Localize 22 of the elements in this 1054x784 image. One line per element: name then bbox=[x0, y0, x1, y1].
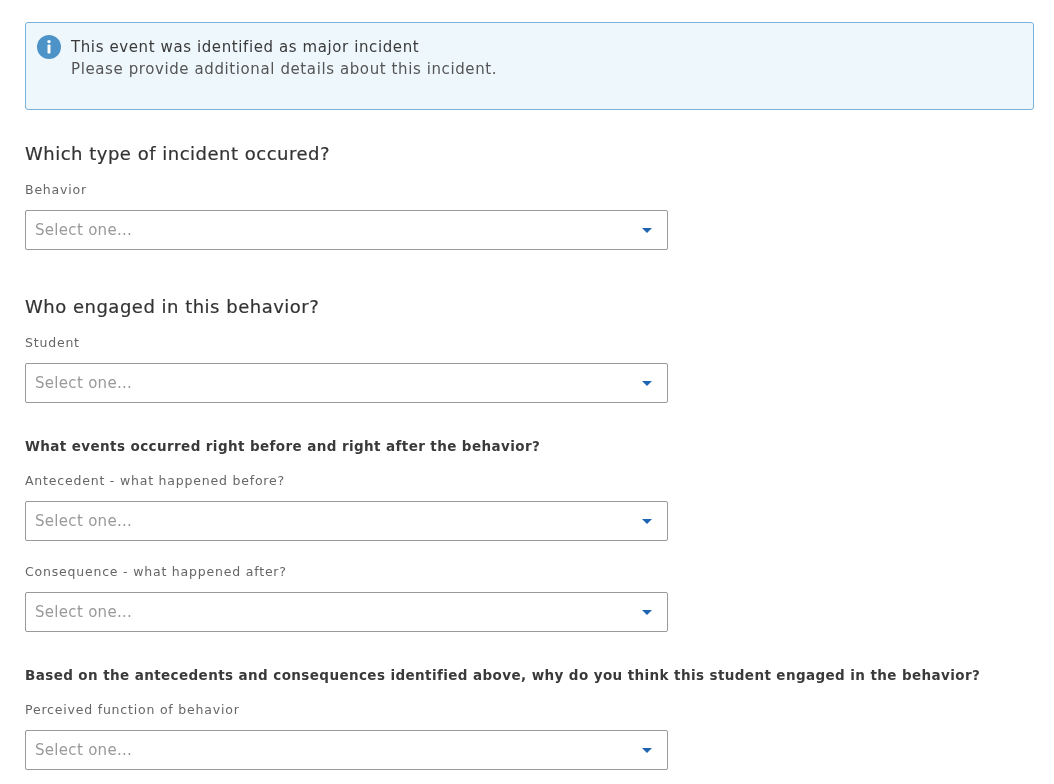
section-heading: Which type of incident occured? bbox=[25, 142, 330, 166]
section-question: What events occurred right before and right after the behavior? bbox=[25, 437, 541, 456]
field-label: Antecedent - what happened before? bbox=[25, 473, 285, 489]
select-dropdown[interactable]: Select one... bbox=[25, 501, 668, 541]
field-label: Student bbox=[25, 335, 80, 351]
info-icon bbox=[37, 35, 61, 59]
select-dropdown[interactable]: Select one... bbox=[25, 363, 668, 403]
select-dropdown[interactable]: Select one... bbox=[25, 730, 668, 770]
caret-down-icon bbox=[642, 518, 652, 524]
select-dropdown[interactable]: Select one... bbox=[25, 592, 668, 632]
caret-down-icon bbox=[642, 380, 652, 386]
alert-message: Please provide additional details about this incident. bbox=[71, 59, 498, 80]
field-label: Behavior bbox=[25, 182, 87, 198]
caret-down-icon bbox=[642, 609, 652, 615]
field-label: Consequence - what happened after? bbox=[25, 564, 287, 580]
section-heading: Who engaged in this behavior? bbox=[25, 295, 320, 319]
select-dropdown[interactable]: Select one... bbox=[25, 210, 668, 250]
caret-down-icon bbox=[642, 227, 652, 233]
alert-title: This event was identified as major incident bbox=[71, 37, 420, 58]
caret-down-icon bbox=[642, 747, 652, 753]
section-question: Based on the antecedents and consequences identified above, why do you think this student engaged in the behavior? bbox=[25, 666, 981, 685]
field-label: Perceived function of behavior bbox=[25, 702, 240, 718]
